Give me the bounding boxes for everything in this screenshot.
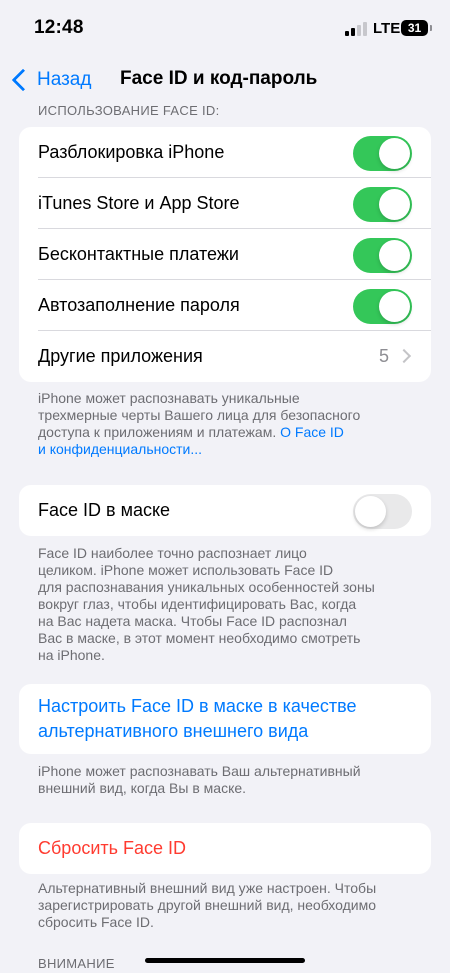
face-id-privacy-link[interactable]: О Face ID bbox=[280, 424, 344, 440]
action-label: Сбросить Face ID bbox=[38, 838, 187, 858]
face-id-usage-group: Разблокировка iPhone iTunes Store и App … bbox=[19, 127, 431, 382]
chevron-left-icon bbox=[11, 68, 35, 92]
alternative-appearance-footer: iPhone может распознавать Ваш альтернати… bbox=[38, 763, 418, 797]
row-label: Автозаполнение пароля bbox=[38, 295, 240, 315]
status-time: 12:48 bbox=[34, 17, 84, 38]
face-id-mask-footer: Face ID наиболее точно распознает лицо ц… bbox=[38, 545, 418, 664]
back-button[interactable]: Назад bbox=[10, 66, 91, 94]
toggle-knob bbox=[379, 291, 410, 322]
home-indicator bbox=[145, 958, 305, 963]
row-other-apps[interactable]: Другие приложения 5 bbox=[19, 331, 431, 382]
toggle-knob bbox=[379, 240, 410, 271]
alternative-appearance-group: Настроить Face ID в маске в качестве аль… bbox=[19, 684, 431, 754]
battery-icon: 31 bbox=[401, 20, 428, 36]
status-bar: 12:48 LTE 31 bbox=[0, 0, 450, 56]
page-title: Face ID и код-пароль bbox=[120, 68, 318, 89]
action-label-line: Настроить Face ID в маске в качестве bbox=[38, 696, 357, 716]
toggle-knob bbox=[379, 189, 410, 220]
footer-text-part: доступа к приложениям и платежам. bbox=[38, 424, 277, 440]
footer-line: Face ID наиболее точно распознает лицо bbox=[38, 545, 307, 561]
navigation-bar: Назад Face ID и код-пароль bbox=[0, 56, 450, 102]
face-id-usage-footer: iPhone может распознавать уникальные тре… bbox=[38, 390, 418, 458]
row-label: iTunes Store и App Store bbox=[38, 193, 240, 213]
action-label-line: альтернативного внешнего вида bbox=[38, 721, 309, 741]
toggle-contactless-payments[interactable] bbox=[353, 238, 412, 273]
toggle-knob bbox=[379, 138, 410, 169]
screen: 12:48 LTE 31 Назад Face ID и код-пароль … bbox=[0, 0, 450, 973]
reset-face-id-button[interactable]: Сбросить Face ID bbox=[19, 823, 431, 874]
face-id-privacy-link-continued[interactable]: и конфиденциальности... bbox=[38, 441, 418, 458]
row-itunes-app-store: iTunes Store и App Store bbox=[19, 178, 431, 229]
footer-line: зарегистрировать другой внешний вид, нео… bbox=[38, 897, 376, 913]
footer-line: на Вас надета маска. Чтобы Face ID распо… bbox=[38, 613, 347, 629]
row-label: Разблокировка iPhone bbox=[38, 142, 225, 162]
row-label: Бесконтактные платежи bbox=[38, 244, 239, 264]
footer-line: Альтернативный внешний вид уже настроен.… bbox=[38, 880, 377, 896]
row-label: Face ID в маске bbox=[38, 500, 171, 520]
battery-level: 31 bbox=[407, 21, 422, 35]
reset-face-id-group: Сбросить Face ID bbox=[19, 823, 431, 874]
row-unlock-iphone: Разблокировка iPhone bbox=[19, 127, 431, 178]
setup-alternative-appearance-button[interactable]: Настроить Face ID в маске в качестве аль… bbox=[19, 684, 431, 754]
network-type: LTE bbox=[373, 20, 401, 37]
toggle-knob bbox=[355, 496, 386, 527]
footer-line: на iPhone. bbox=[38, 647, 105, 663]
footer-line: iPhone может распознавать уникальные bbox=[38, 390, 300, 406]
section-header-attention: ВНИМАНИЕ bbox=[38, 956, 115, 971]
toggle-unlock-iphone[interactable] bbox=[353, 136, 412, 171]
battery-cap bbox=[430, 25, 432, 31]
row-face-id-mask: Face ID в маске bbox=[19, 485, 431, 536]
footer-line: трехмерные черты Вашего лица для безопас… bbox=[38, 407, 361, 423]
reset-face-id-footer: Альтернативный внешний вид уже настроен.… bbox=[38, 880, 418, 931]
footer-line: целиком. iPhone может использовать Face … bbox=[38, 562, 334, 578]
other-apps-count: 5 bbox=[378, 346, 389, 366]
toggle-itunes-app-store[interactable] bbox=[353, 187, 412, 222]
footer-line: внешний вид, когда Вы в маске. bbox=[38, 780, 247, 796]
face-id-mask-group: Face ID в маске bbox=[19, 485, 431, 536]
row-contactless-payments: Бесконтактные платежи bbox=[19, 229, 431, 280]
footer-line: для распознавания уникальных особенносте… bbox=[38, 579, 375, 595]
cellular-signal-icon bbox=[345, 22, 369, 36]
toggle-face-id-mask[interactable] bbox=[353, 494, 412, 529]
toggle-password-autofill[interactable] bbox=[353, 289, 412, 324]
footer-line: iPhone может распознавать Ваш альтернати… bbox=[38, 763, 361, 779]
row-label: Другие приложения bbox=[38, 346, 203, 366]
row-password-autofill: Автозаполнение пароля bbox=[19, 280, 431, 331]
footer-line: доступа к приложениям и платежам. О Face… bbox=[38, 424, 418, 441]
chevron-right-icon bbox=[396, 348, 412, 364]
footer-line: вокруг глаз, чтобы идентифицировать Вас,… bbox=[38, 596, 357, 612]
footer-line: сбросить Face ID. bbox=[38, 914, 154, 930]
footer-line: Вас в маске, в этот момент необходимо см… bbox=[38, 630, 361, 646]
back-label: Назад bbox=[37, 69, 92, 90]
section-header-face-id-usage: ИСПОЛЬЗОВАНИЕ FACE ID: bbox=[38, 103, 220, 118]
